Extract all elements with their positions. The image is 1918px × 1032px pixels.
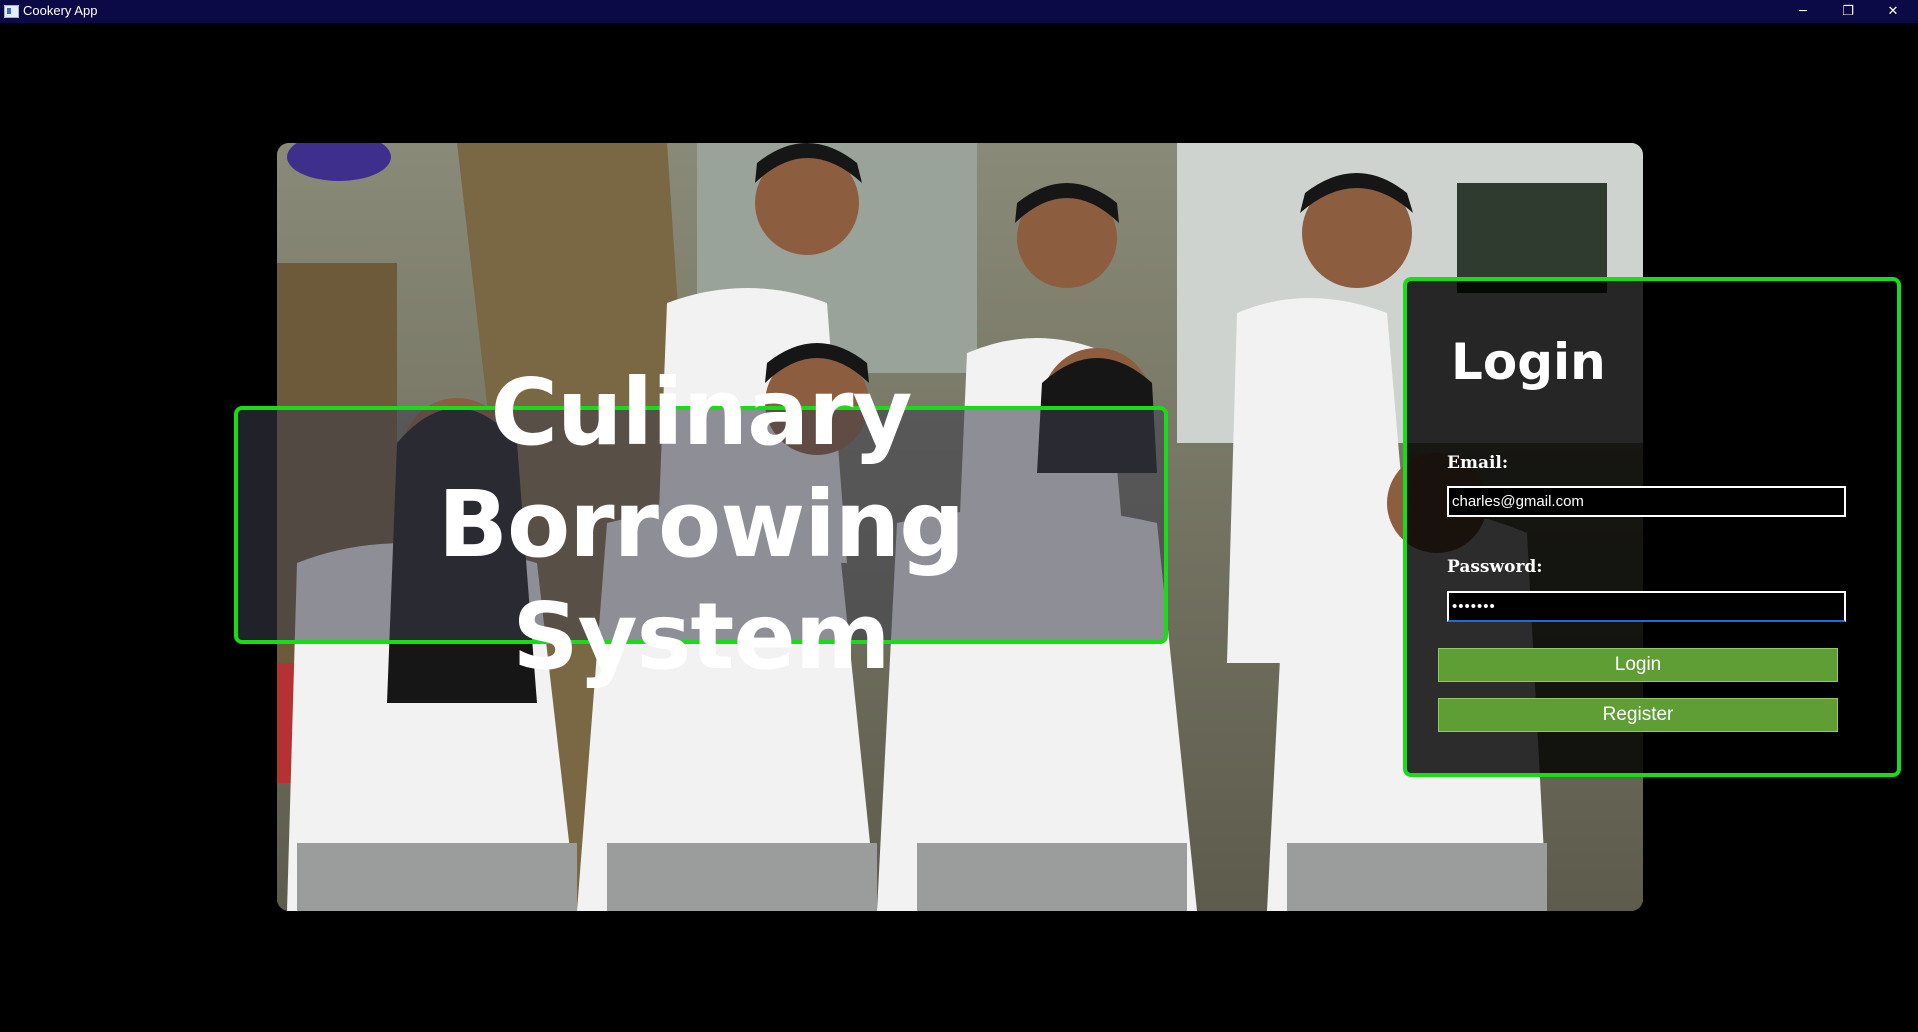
window-title: Cookery App [23,3,98,18]
password-field[interactable] [1447,591,1846,622]
app-icon [4,5,19,18]
close-button[interactable]: ✕ [1871,0,1915,23]
login-button[interactable]: Login [1438,648,1838,682]
app-headline-box: Culinary Borrowing System [234,359,1168,690]
login-panel: Login Email: Password: Login Register [1403,277,1901,777]
minimize-button[interactable]: ─ [1781,0,1825,23]
app-headline: Culinary Borrowing System [437,359,965,690]
maximize-button[interactable]: ❐ [1826,0,1870,23]
password-label: Password: [1447,557,1543,577]
title-bar: Cookery App ─ ❐ ✕ [0,0,1918,23]
register-button[interactable]: Register [1438,698,1838,732]
login-title: Login [1451,333,1606,391]
email-label: Email: [1447,453,1509,473]
email-field[interactable] [1447,486,1846,517]
